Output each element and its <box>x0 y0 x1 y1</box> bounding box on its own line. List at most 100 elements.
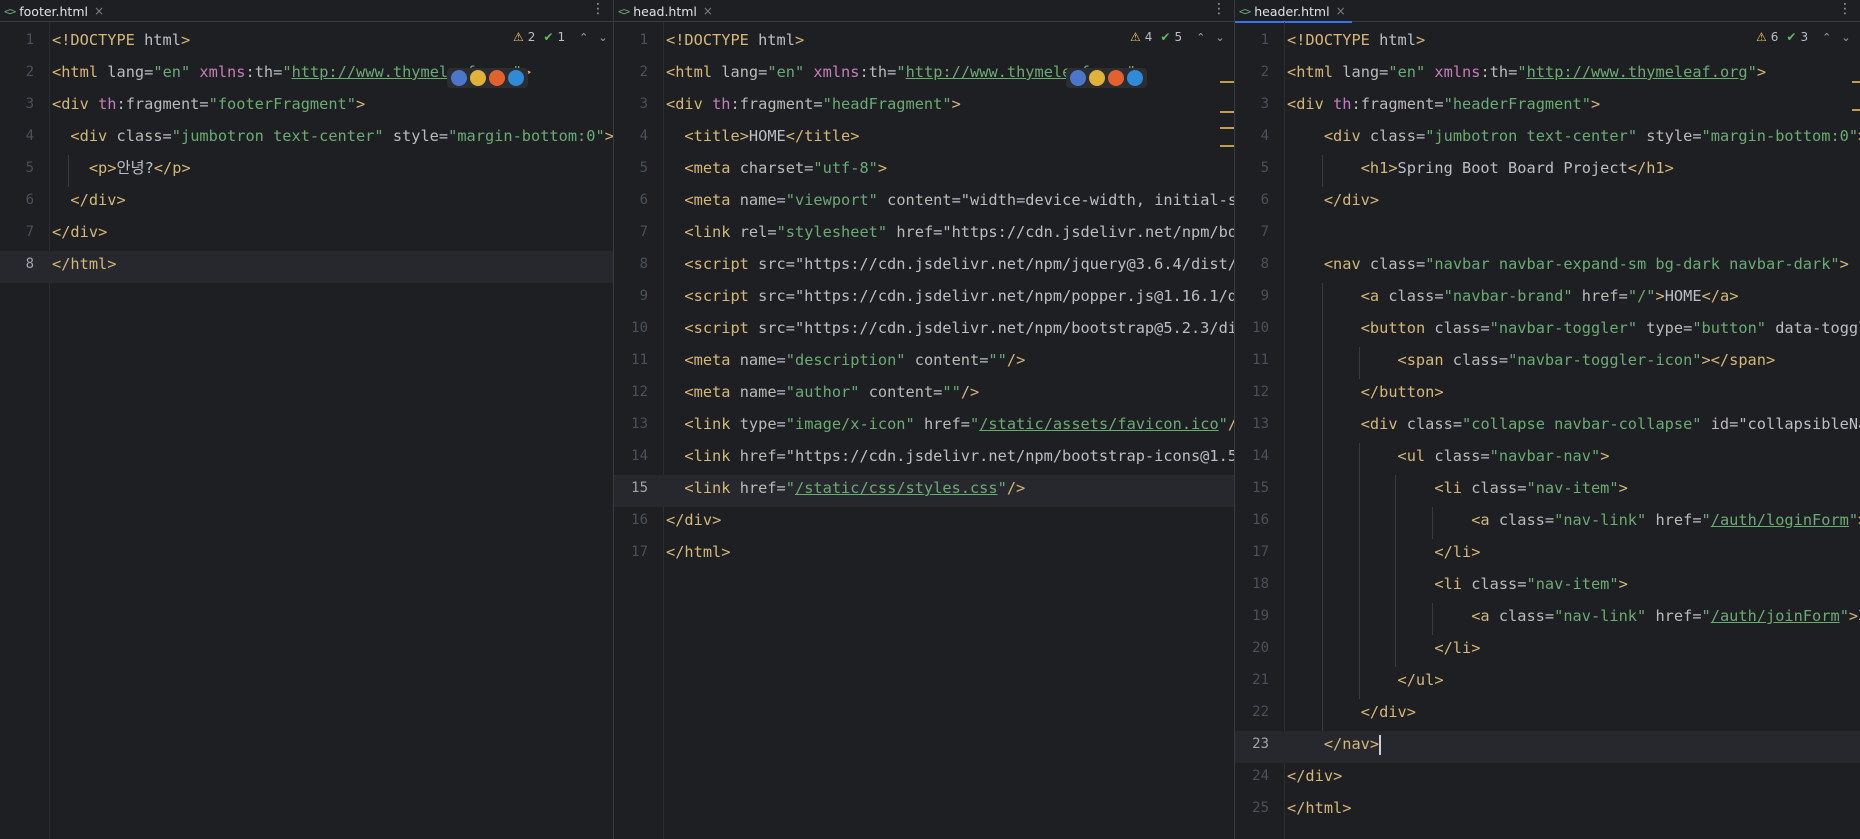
code-line[interactable]: 14 <link href="https://cdn.jsdelivr.net/… <box>614 443 1234 475</box>
code-line[interactable]: 8 </html> <box>0 251 613 283</box>
code-line[interactable]: 11 <span class="navbar-toggler-icon"></s… <box>1235 347 1860 379</box>
code-text: <!DOCTYPE html> <box>52 31 191 49</box>
code-line[interactable]: 7 </div> <box>0 219 613 251</box>
chevron-up-icon[interactable]: ⌃ <box>1822 31 1831 44</box>
code-line[interactable]: 4 <title>HOME</title> <box>614 123 1234 155</box>
code-line[interactable]: 2 <html lang="en" xmlns:th="http://www.th… <box>1235 59 1860 91</box>
code-line[interactable]: 23 </nav> <box>1235 731 1860 763</box>
code-line[interactable]: 21 </ul> <box>1235 667 1860 699</box>
code-text: <meta name="viewport" content="width=dev… <box>684 191 1234 209</box>
code-line[interactable]: 4 <div class="jumbotron text-center" sty… <box>1235 123 1860 155</box>
chevron-up-icon[interactable]: ⌃ <box>1196 31 1205 44</box>
line-number: 5 <box>1260 160 1269 176</box>
code-text: </button> <box>1360 383 1444 401</box>
firefox-icon[interactable] <box>1108 70 1124 86</box>
chrome-icon[interactable] <box>1089 70 1105 86</box>
inspection-widget[interactable]: ⚠ 6 ✔ 3 ⌃ ⌄ <box>1756 30 1851 44</box>
code-line[interactable]: 7 <box>1235 219 1860 251</box>
more-options-icon[interactable]: ⋮ <box>1212 1 1226 17</box>
code-text: </nav> <box>1323 734 1382 755</box>
line-number: 4 <box>25 128 34 144</box>
code-line[interactable]: 5 <p>안녕?</p> <box>0 155 613 187</box>
close-icon[interactable]: × <box>1336 4 1346 18</box>
code-line[interactable]: 18 <li class="nav-item"> <box>1235 571 1860 603</box>
line-number: 2 <box>1260 64 1269 80</box>
editor-pane-head[interactable]: <> head.html × ⋮ 1 <!DOCTYPE html> 2 <html … <box>614 0 1234 839</box>
code-text: <html lang="en" xmlns:th="http://www.thy… <box>1287 63 1767 81</box>
warning-stripe-marker[interactable] <box>1852 81 1860 83</box>
code-line[interactable]: 9 <script src="https://cdn.jsdelivr.net/… <box>614 283 1234 315</box>
intellij-browser-icon[interactable] <box>1070 70 1086 86</box>
more-options-icon[interactable]: ⋮ <box>1838 1 1852 17</box>
code-line[interactable]: 13 <div class="collapse navbar-collapse"… <box>1235 411 1860 443</box>
code-line[interactable]: 7 <link rel="stylesheet" href="https://c… <box>614 219 1234 251</box>
code-line[interactable]: 5 <meta charset="utf-8"> <box>614 155 1234 187</box>
tab-footer-html[interactable]: <> footer.html × <box>0 0 110 22</box>
code-line[interactable]: 17 </html> <box>614 539 1234 571</box>
code-line[interactable]: 8 <script src="https://cdn.jsdelivr.net/… <box>614 251 1234 283</box>
code-line[interactable]: 6 </div> <box>0 187 613 219</box>
code-line[interactable]: 3 <div th:fragment="headFragment"> <box>614 91 1234 123</box>
line-number: 6 <box>25 192 34 208</box>
code-line[interactable]: 3 <div th:fragment="footerFragment"> <box>0 91 613 123</box>
code-text: </div> <box>1360 703 1416 721</box>
code-line[interactable]: 19 <a class="nav-link" href="/auth/joinF… <box>1235 603 1860 635</box>
code-line[interactable]: 4 <div class="jumbotron text-center" sty… <box>0 123 613 155</box>
firefox-icon[interactable] <box>489 70 505 86</box>
code-line[interactable]: 17 </li> <box>1235 539 1860 571</box>
more-options-icon[interactable]: ⋮ <box>591 1 605 17</box>
close-icon[interactable]: × <box>94 4 104 18</box>
chrome-icon[interactable] <box>470 70 486 86</box>
code-line[interactable]: 16 </div> <box>614 507 1234 539</box>
code-area[interactable]: 1 <!DOCTYPE html> 2 <html lang="en" xmlns:t… <box>614 27 1234 571</box>
code-line[interactable]: 15 <li class="nav-item"> <box>1235 475 1860 507</box>
code-line[interactable]: 6 </div> <box>1235 187 1860 219</box>
code-line[interactable]: 24 </div> <box>1235 763 1860 795</box>
code-area[interactable]: 1 <!DOCTYPE html> 2 <html lang="en" xmlns:t… <box>1235 27 1860 827</box>
line-number: 24 <box>1252 768 1269 784</box>
code-line[interactable]: 9 <a class="navbar-brand" href="/">HOME<… <box>1235 283 1860 315</box>
tab-header-html[interactable]: <> header.html × <box>1235 0 1352 23</box>
code-line[interactable]: 11 <meta name="description" content=""/> <box>614 347 1234 379</box>
warning-stripe-marker[interactable] <box>1220 127 1234 129</box>
chevron-up-icon[interactable]: ⌃ <box>579 31 588 44</box>
edge-icon[interactable] <box>508 70 524 86</box>
code-area[interactable]: 1 <!DOCTYPE html> 2 <html lang="en" xmlns:t… <box>0 27 613 283</box>
tab-head-html[interactable]: <> head.html × <box>614 0 719 22</box>
code-line[interactable]: 12 <meta name="author" content=""/> <box>614 379 1234 411</box>
code-line[interactable]: 3 <div th:fragment="headerFragment"> <box>1235 91 1860 123</box>
warning-stripe-marker[interactable] <box>1220 145 1234 147</box>
inspection-widget[interactable]: ⚠ 4 ✔ 5 ⌃ ⌄ <box>1130 30 1225 44</box>
editor-pane-header[interactable]: <> header.html × ⋮ 1 <!DOCTYPE html> 2 <htm… <box>1235 0 1860 839</box>
chevron-down-icon[interactable]: ⌄ <box>598 31 607 44</box>
code-line[interactable]: 12 </button> <box>1235 379 1860 411</box>
code-line[interactable]: 25 </html> <box>1235 795 1860 827</box>
close-icon[interactable]: × <box>703 4 713 18</box>
warning-stripe-marker[interactable] <box>1220 111 1234 113</box>
code-line[interactable]: 13 <link type="image/x-icon" href="/stat… <box>614 411 1234 443</box>
edge-icon[interactable] <box>1127 70 1143 86</box>
code-line[interactable]: 20 </li> <box>1235 635 1860 667</box>
code-text: </div> <box>666 511 722 529</box>
code-line[interactable]: 10 <button class="navbar-toggler" type="… <box>1235 315 1860 347</box>
line-number: 6 <box>1260 192 1269 208</box>
line-number: 8 <box>25 256 34 272</box>
editor-pane-footer[interactable]: <> footer.html × ⋮ 1 <!DOCTYPE html> 2 <htm… <box>0 0 613 839</box>
code-line[interactable]: 8 <nav class="navbar navbar-expand-sm bg… <box>1235 251 1860 283</box>
chevron-down-icon[interactable]: ⌄ <box>1215 31 1224 44</box>
code-line[interactable]: 15 <link href="/static/css/styles.css"/> <box>614 475 1234 507</box>
code-text: <div class="jumbotron text-center" style… <box>1323 127 1860 145</box>
code-line[interactable]: 10 <script src="https://cdn.jsdelivr.net… <box>614 315 1234 347</box>
code-text: <p>안녕?</p> <box>88 159 191 177</box>
inspection-widget[interactable]: ⚠ 2 ✔ 1 ⌃ ⌄ <box>513 30 608 44</box>
check-icon: ✔ <box>1160 30 1171 44</box>
chevron-down-icon[interactable]: ⌄ <box>1841 31 1850 44</box>
code-line[interactable]: 5 <h1>Spring Boot Board Project</h1> <box>1235 155 1860 187</box>
code-line[interactable]: 16 <a class="nav-link" href="/auth/login… <box>1235 507 1860 539</box>
warning-stripe-marker[interactable] <box>1852 109 1860 111</box>
code-line[interactable]: 14 <ul class="navbar-nav"> <box>1235 443 1860 475</box>
warning-stripe-marker[interactable] <box>1220 81 1234 83</box>
code-line[interactable]: 6 <meta name="viewport" content="width=d… <box>614 187 1234 219</box>
intellij-browser-icon[interactable] <box>451 70 467 86</box>
code-line[interactable]: 22 </div> <box>1235 699 1860 731</box>
